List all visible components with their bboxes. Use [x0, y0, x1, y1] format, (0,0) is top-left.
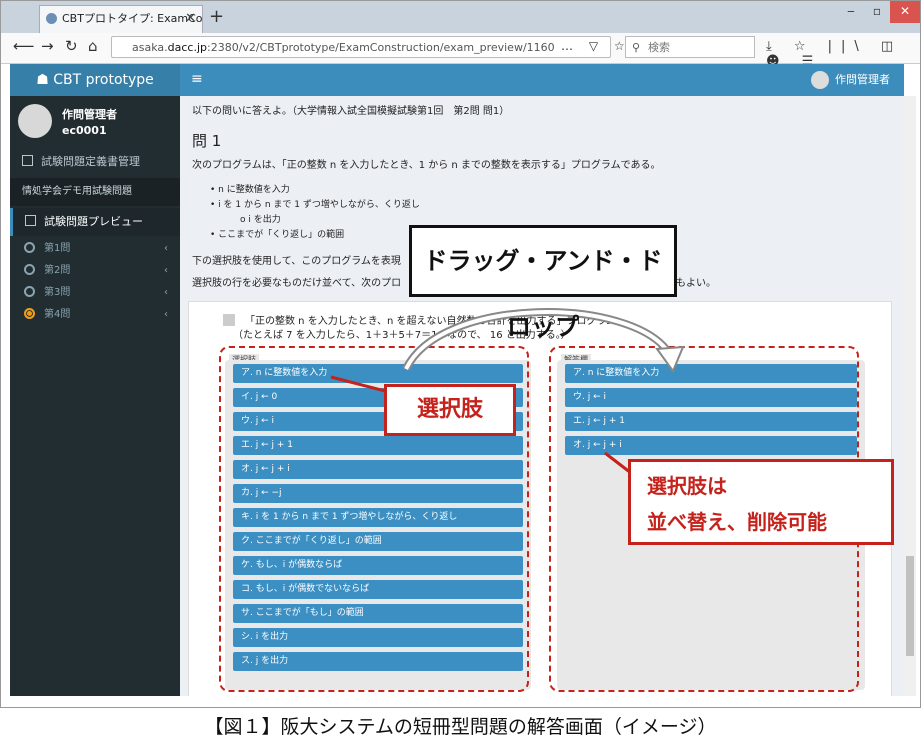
sidebar-avatar: [18, 104, 52, 138]
maximize-button[interactable]: ▫: [864, 1, 890, 23]
minimize-button[interactable]: ‒: [838, 1, 864, 23]
question-title: 問 1: [192, 132, 222, 150]
page-scrollbar[interactable]: [904, 96, 916, 696]
question-description: 次のプログラムは、「正の整数 n を入力したとき、1 から n までの整数を表示…: [192, 160, 661, 171]
url-prefix: asaka.: [132, 41, 168, 54]
question-intro: 以下の問いに答えよ。（大学情報入試全国模擬試験第1回 第2問 問1）: [192, 106, 510, 117]
document-icon: [22, 155, 33, 166]
home-icon[interactable]: ⌂: [88, 37, 98, 55]
sidebar: 作問管理者 ec0001 試験問題定義書管理 情処学会デモ用試験問題 試験問題プ…: [10, 96, 180, 696]
chevron-left-icon: ‹: [164, 309, 168, 320]
sidebar-item-definition[interactable]: 試験問題定義書管理: [10, 148, 180, 176]
chevron-left-icon: ‹: [164, 287, 168, 298]
sidebar-item-label: 試験問題定義書管理: [41, 155, 140, 168]
site-favicon-icon: [46, 13, 57, 24]
screenshot-frame: CBTプロトタイプ: ExamConstru ✕ + ‒ ▫ ✕ ⟵ → ↻ ⌂…: [0, 0, 921, 708]
sidebar-subitem-label: 第3問: [44, 287, 71, 298]
document-icon: [25, 215, 36, 226]
menu-toggle-icon[interactable]: ≡: [191, 71, 203, 87]
sidebar-subitem-q3[interactable]: 第3問 ‹: [10, 282, 180, 304]
program-step: • n に整数値を入力: [210, 185, 290, 195]
drag-and-drop-callout: ドラッグ・アンド・ドロップ: [409, 225, 677, 341]
sidebar-subitem-label: 第2問: [44, 265, 71, 276]
sidebar-user-name: 作問管理者: [62, 108, 117, 121]
avatar: [811, 71, 829, 89]
browser-nav-bar: ⟵ → ↻ ⌂ asaka.dacc.jp:2380/v2/CBTprototy…: [1, 33, 920, 69]
reorder-callout-line2: 並べ替え、削除可能: [647, 510, 827, 534]
program-step: o i を出力: [240, 215, 281, 225]
app-brand[interactable]: ☗ CBT prototype: [10, 64, 180, 96]
window-controls: ‒ ▫ ✕: [838, 1, 920, 23]
reorder-callout-line1: 選択肢は: [647, 474, 727, 498]
program-step: • ここまでが「くり返し」の範囲: [210, 230, 345, 240]
reorder-callout: 選択肢は 並べ替え、削除可能: [628, 459, 894, 545]
sidebar-user-id: ec0001: [62, 124, 107, 137]
instruction-line: 下の選択肢を使用して、このプログラムを表現: [192, 256, 401, 267]
sidebar-subitem-q2[interactable]: 第2問 ‹: [10, 260, 180, 282]
sidebar-subitem-label: 第4問: [44, 309, 71, 320]
flag-checkbox[interactable]: [223, 314, 235, 326]
browser-tab[interactable]: CBTプロトタイプ: ExamConstru ✕: [39, 5, 203, 33]
back-arrow-icon[interactable]: ⟵: [13, 37, 35, 55]
circle-icon: [24, 242, 35, 253]
window-close-button[interactable]: ✕: [890, 1, 920, 23]
instruction-line: 選択肢の行を必要なものだけ並べて、次のプロ: [192, 278, 402, 289]
program-step: • i を 1 から n まで 1 ずつ増やしながら、くり返し: [210, 200, 420, 210]
sidebar-item-label: 試験問題プレビュー: [44, 215, 143, 228]
header-user-menu[interactable]: 作問管理者: [811, 69, 890, 91]
new-tab-button[interactable]: +: [209, 6, 224, 27]
url-host: dacc.jp: [167, 41, 207, 54]
url-path: :2380/v2/CBTprototype/ExamConstruction/e…: [207, 41, 555, 54]
browser-tab-bar: CBTプロトタイプ: ExamConstru ✕ + ‒ ▫ ✕: [1, 1, 920, 33]
circle-icon: [24, 308, 35, 319]
chevron-left-icon: ‹: [164, 243, 168, 254]
search-placeholder: 検索: [648, 41, 670, 54]
sidebar-subitem-q4[interactable]: 第4問 ‹: [10, 304, 180, 326]
scrollbar-thumb[interactable]: [906, 556, 914, 656]
sidebar-subitem-q1[interactable]: 第1問 ‹: [10, 238, 180, 260]
choices-callout: 選択肢: [384, 384, 516, 436]
forward-arrow-icon[interactable]: →: [41, 37, 54, 55]
sidebar-section-header: 情処学会デモ用試験問題: [10, 178, 180, 206]
instruction-line-tail: もよい。: [676, 278, 716, 289]
reload-icon[interactable]: ↻: [65, 37, 78, 55]
page-actions-icon[interactable]: … ▽ ☆: [561, 39, 631, 53]
sidebar-item-preview[interactable]: 試験問題プレビュー: [10, 208, 180, 236]
sidebar-subitem-label: 第1問: [44, 243, 71, 254]
tab-title: CBTプロトタイプ: ExamConstru: [62, 12, 203, 25]
circle-icon: [24, 264, 35, 275]
address-bar[interactable]: asaka.dacc.jp:2380/v2/CBTprototype/ExamC…: [111, 36, 611, 58]
search-icon: ⚲: [632, 41, 641, 54]
figure-caption: 【図１】阪大システムの短冊型問題の解答画面（イメージ）: [204, 716, 717, 738]
circle-icon: [24, 286, 35, 297]
tab-close-icon[interactable]: ✕: [185, 6, 196, 32]
header-user-name: 作問管理者: [835, 73, 890, 86]
search-input[interactable]: ⚲ 検索: [625, 36, 755, 58]
chevron-left-icon: ‹: [164, 265, 168, 276]
